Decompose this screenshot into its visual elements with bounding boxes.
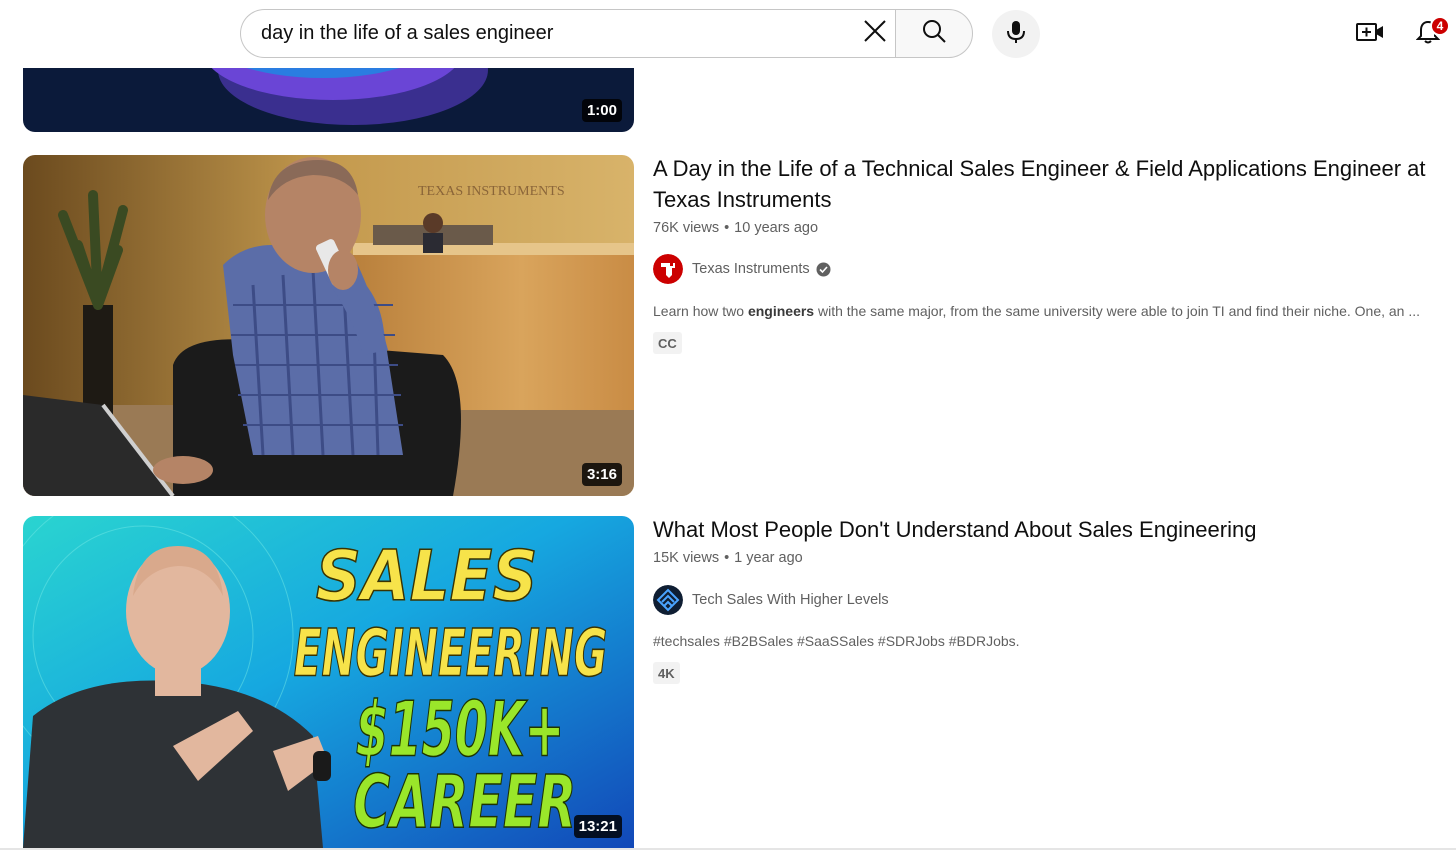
description-highlight: engineers	[747, 303, 815, 319]
verified-icon	[816, 262, 831, 277]
cc-badge: CC	[653, 332, 682, 354]
search-box	[240, 9, 896, 58]
notifications-button[interactable]: 4	[1408, 14, 1450, 54]
video-duration: 3:16	[581, 463, 622, 486]
create-button[interactable]	[1350, 14, 1390, 54]
description-text: Learn how two	[653, 303, 748, 319]
mic-icon	[1005, 20, 1027, 49]
video-description: Learn how two engineers with the same ma…	[653, 303, 1448, 319]
video-title[interactable]: What Most People Don't Understand About …	[653, 514, 1443, 545]
thumbnail-wall-text: TEXAS INSTRUMENTS	[418, 184, 565, 199]
video-metadata: 15K views • 1 year ago	[653, 550, 803, 566]
thumbnail-image: TEXAS INSTRUMENTS	[23, 155, 634, 496]
video-metadata: 76K views • 10 years ago	[653, 220, 819, 236]
thumbnail-image: SALES ENGINEERING $150K+ CAREER	[23, 516, 634, 848]
search-button[interactable]	[895, 9, 973, 58]
video-title[interactable]: A Day in the Life of a Technical Sales E…	[653, 153, 1443, 215]
video-thumbnail[interactable]: SALES ENGINEERING $150K+ CAREER 13:21	[23, 516, 634, 848]
thumbnail-text-line-4: CAREER	[353, 759, 576, 845]
view-count: 76K views	[653, 220, 720, 236]
thumbnail-text-line-1: SALES	[316, 536, 538, 617]
video-plus-icon	[1356, 21, 1384, 48]
search-input[interactable]	[261, 10, 841, 57]
video-thumbnail[interactable]: TEXAS INSTRUMENTS 3:16	[23, 155, 634, 496]
upload-age: 1 year ago	[734, 550, 803, 566]
voice-search-button[interactable]	[992, 10, 1040, 58]
search-icon	[921, 18, 947, 49]
4k-badge: 4K	[653, 662, 680, 684]
video-duration: 1:00	[581, 99, 622, 122]
notification-count-badge: 4	[1430, 16, 1450, 36]
view-count: 15K views	[653, 550, 720, 566]
close-icon	[862, 18, 888, 49]
channel-link[interactable]: Texas Instruments	[653, 254, 831, 284]
thumbnail-text-line-2: ENGINEERING	[294, 615, 608, 692]
channel-avatar	[653, 254, 683, 284]
channel-name: Texas Instruments	[692, 261, 810, 277]
video-duration: 13:21	[573, 815, 622, 838]
channel-name: Tech Sales With Higher Levels	[692, 592, 889, 608]
description-text: with the same major, from the same unive…	[814, 303, 1421, 319]
upload-age: 10 years ago	[734, 220, 819, 236]
video-description: #techsales #B2BSales #SaaSSales #SDRJobs…	[653, 633, 1020, 649]
channel-link[interactable]: Tech Sales With Higher Levels	[653, 585, 889, 615]
clear-search-button[interactable]	[856, 14, 894, 52]
top-bar: 4	[0, 0, 1456, 68]
channel-avatar	[653, 585, 683, 615]
